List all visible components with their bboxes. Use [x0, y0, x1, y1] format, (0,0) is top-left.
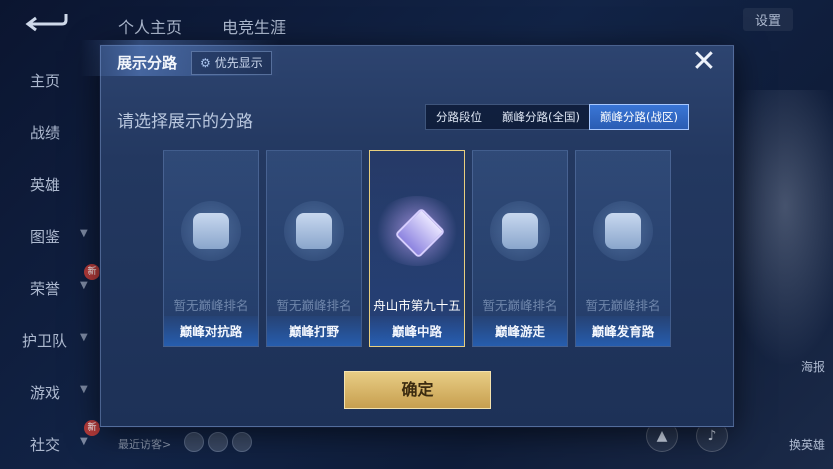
lane-card-mid[interactable]: 舟山市第九十五 巅峰中路: [369, 150, 465, 347]
sidebar-item-label: 护卫队: [22, 332, 68, 350]
sidebar-item-label: 游戏: [30, 384, 61, 402]
card-lane: 巅峰游走: [494, 324, 545, 339]
gear-icon: ⚙: [200, 56, 211, 70]
tab-esports-career[interactable]: 电竞生涯: [222, 14, 286, 38]
segment-peak-region[interactable]: 巅峰分路(战区): [588, 104, 689, 130]
segment-lane-rank[interactable]: 分路段位: [426, 105, 492, 129]
card-rank: 暂无巅峰排名: [482, 298, 558, 313]
wings-icon: [490, 201, 550, 261]
close-button[interactable]: ✕: [690, 47, 718, 77]
music-note-icon: ♪: [707, 428, 717, 444]
arrow-up-icon: ▲: [656, 428, 668, 444]
chevron-down-icon: ▼: [80, 384, 88, 395]
swap-hero-button[interactable]: 换英雄: [789, 436, 825, 453]
lane-card-jungle[interactable]: 暂无巅峰排名 巅峰打野: [266, 150, 362, 347]
dialog-title: 展示分路: [117, 54, 178, 72]
dragon-icon: [284, 201, 344, 261]
crystal-icon: [372, 196, 462, 266]
new-badge: 新: [84, 264, 100, 280]
sword-shield-icon: [181, 201, 241, 261]
card-rank: 暂无巅峰排名: [276, 298, 352, 313]
sidebar-item-label: 主页: [30, 72, 61, 90]
visitor-avatar[interactable]: [232, 432, 252, 452]
sidebar-item-label: 社交: [30, 436, 61, 454]
lane-card-farm[interactable]: 暂无巅峰排名 巅峰发育路: [575, 150, 671, 347]
chevron-down-icon: ▼: [80, 228, 88, 239]
target-icon: [593, 201, 653, 261]
chevron-down-icon: ▼: [80, 332, 88, 343]
settings-button[interactable]: 设置: [742, 8, 793, 31]
card-lane: 巅峰打野: [288, 324, 339, 339]
dialog-subtitle: 请选择展示的分路: [117, 112, 253, 132]
close-icon: ✕: [691, 44, 717, 79]
lane-card-top[interactable]: 暂无巅峰排名 巅峰对抗路: [163, 150, 259, 347]
card-rank: 暂无巅峰排名: [585, 298, 661, 313]
priority-display-button[interactable]: ⚙ 优先显示: [191, 51, 272, 75]
sidebar-item-label: 荣誉: [30, 280, 61, 298]
back-arrow-icon: [25, 14, 68, 32]
tab-personal-home[interactable]: 个人主页: [118, 14, 182, 38]
visitor-avatar[interactable]: [184, 432, 204, 452]
chevron-down-icon: ▼: [80, 280, 88, 291]
poster-button[interactable]: 海报: [801, 358, 825, 375]
new-badge: 新: [84, 420, 100, 436]
priority-label: 优先显示: [214, 56, 263, 70]
sidebar-item-label: 战绩: [30, 124, 61, 142]
lane-source-segmented-control: 分路段位 巅峰分路(全国) 巅峰分路(战区): [425, 104, 689, 130]
card-lane: 巅峰发育路: [591, 324, 655, 339]
card-lane: 巅峰对抗路: [179, 324, 243, 339]
card-lane: 巅峰中路: [391, 324, 442, 339]
confirm-button[interactable]: 确定: [344, 371, 491, 409]
lane-card-roam[interactable]: 暂无巅峰排名 巅峰游走: [472, 150, 568, 347]
visitor-avatar[interactable]: [208, 432, 228, 452]
chevron-down-icon: ▼: [80, 436, 88, 447]
recent-visitors-link[interactable]: 最近访客>: [118, 436, 171, 452]
card-rank: 舟山市第九十五: [373, 298, 461, 313]
card-rank: 暂无巅峰排名: [173, 298, 249, 313]
segment-peak-national[interactable]: 巅峰分路(全国): [492, 105, 590, 129]
sidebar-item-label: 英雄: [30, 176, 61, 194]
sidebar-item-label: 图鉴: [30, 228, 61, 246]
back-button[interactable]: [24, 10, 68, 34]
